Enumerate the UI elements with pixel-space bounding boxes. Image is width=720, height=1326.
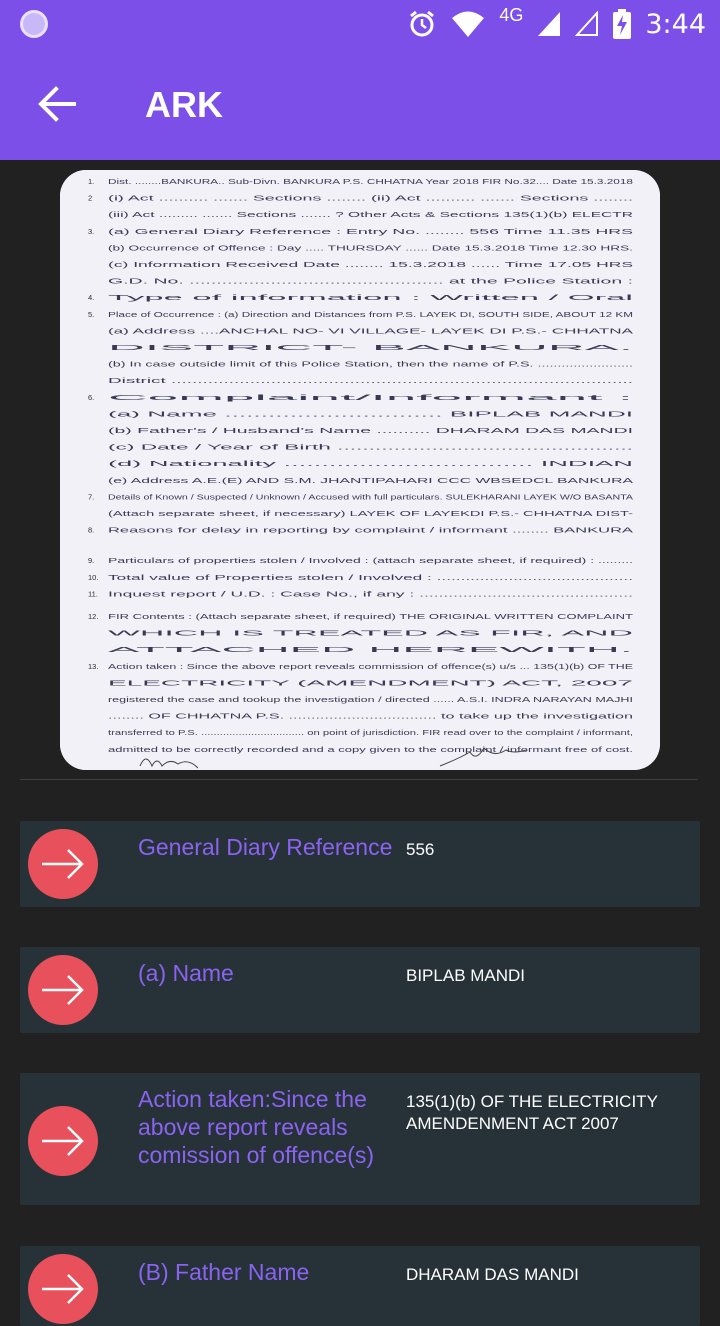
scanned-document-image[interactable]: 1. Dist. ........BANKURA.. Sub-Divn. BANK… bbox=[60, 170, 660, 770]
arrow-right-icon[interactable] bbox=[28, 955, 98, 1025]
document-line: Total value of Properties stolen / Invol… bbox=[108, 573, 633, 582]
app-bar: ARK bbox=[0, 48, 720, 160]
document-line-number: 12. bbox=[88, 612, 98, 621]
field-label: (B) Father Name bbox=[138, 1259, 310, 1285]
document-line: Inquest report / U.D. : Case No., if any… bbox=[108, 589, 633, 598]
status-bar: 4G 3:44 bbox=[0, 0, 720, 48]
field-label: (a) Name bbox=[138, 960, 234, 986]
document-line-number: 8. bbox=[88, 526, 94, 535]
document-line: ........ OF CHHATNA P.S. ...............… bbox=[108, 712, 633, 721]
document-line: (d) Nationality ........................… bbox=[108, 459, 633, 468]
document-line: (e) Address A.E.(E) AND S.M. JHANTIPAHAR… bbox=[108, 476, 633, 485]
document-line: (Attach separate sheet, if necessary) LA… bbox=[108, 509, 634, 518]
document-line: registered the case and tookup the inves… bbox=[108, 695, 633, 704]
document-line: Type of information : Written / Oral bbox=[108, 293, 635, 302]
app-icon bbox=[20, 10, 48, 38]
document-line: FIR Contents : (Attach separate sheet, i… bbox=[108, 612, 634, 621]
arrow-right-icon[interactable] bbox=[28, 1254, 98, 1324]
document-line: (b) Occurrence of Offence : Day ..... TH… bbox=[108, 243, 633, 252]
document-line-number: 5. bbox=[88, 310, 94, 319]
battery-charging-icon bbox=[613, 9, 632, 39]
divider bbox=[20, 779, 698, 780]
document-line: Place of Occurrence : (a) Direction and … bbox=[108, 310, 633, 319]
document-line-number: 11. bbox=[88, 589, 98, 598]
document-line-number: 6. bbox=[88, 393, 94, 402]
document-line: DISTRICT- BANKURA. bbox=[108, 343, 633, 352]
alarm-icon bbox=[410, 10, 435, 37]
document-line: (c) Information Received Date ........ 1… bbox=[108, 260, 633, 269]
list-item[interactable]: (B) Father Name DHARAM DAS MANDI bbox=[20, 1246, 700, 1326]
page-title: ARK bbox=[145, 84, 223, 125]
document-line-number: 7. bbox=[88, 492, 94, 501]
document-line: G.D. No. ...............................… bbox=[108, 277, 633, 286]
document-line: Complaint/Informant : bbox=[108, 393, 633, 402]
document-line-number: 10. bbox=[88, 573, 98, 582]
arrow-right-icon[interactable] bbox=[28, 829, 98, 899]
document-line: admitted to be correctly recorded and a … bbox=[108, 745, 633, 754]
document-line: District ...............................… bbox=[108, 376, 633, 385]
signal-icon bbox=[538, 12, 561, 36]
document-line: (b) Father's / Husband's Name ..........… bbox=[108, 426, 633, 435]
document-line: (i) Act .......... ....... Sections ....… bbox=[108, 194, 633, 203]
document-line: Reasons for delay in reporting by compla… bbox=[108, 526, 633, 535]
arrow-back-icon[interactable] bbox=[34, 82, 78, 126]
document-line-number: 13. bbox=[88, 662, 98, 671]
field-label: General Diary Reference bbox=[138, 834, 393, 860]
document-line: WHICH IS TREATED AS FIR, AND bbox=[108, 629, 636, 638]
network-type: 4G bbox=[499, 4, 524, 25]
document-line: ATTACHED HEREWITH. bbox=[108, 645, 633, 654]
document-line-number: 1. bbox=[88, 177, 94, 186]
field-value: 556 bbox=[406, 840, 435, 859]
document-line: ELECTRICITY (AMENDMENT) ACT, 2007 bbox=[108, 678, 633, 687]
field-value: BIPLAB MANDI bbox=[406, 966, 526, 985]
document-line-number: 3. bbox=[88, 227, 94, 236]
list-item[interactable]: Action taken:Since the above report reve… bbox=[20, 1073, 700, 1205]
signal-empty-icon bbox=[575, 11, 599, 36]
list-item[interactable]: (a) Name BIPLAB MANDI bbox=[20, 947, 700, 1033]
document-line: (iii) Act ......... ....... Sections ...… bbox=[108, 210, 634, 219]
wifi-icon bbox=[452, 11, 485, 37]
document-line: (a) Address ....ANCHAL NO- VI VILLAGE- L… bbox=[108, 326, 633, 335]
field-label: Action taken:Since the above report reve… bbox=[138, 1086, 375, 1168]
document-line: Dist. ........BANKURA.. Sub-Divn. BANKUR… bbox=[108, 177, 633, 186]
document-line: (a) Name .............................. … bbox=[108, 409, 633, 418]
document-line: (a) General Diary Reference : Entry No. … bbox=[108, 227, 633, 236]
document-line: Details of Known / Suspected / Unknown /… bbox=[108, 492, 633, 501]
document-line-number: 2 bbox=[88, 194, 92, 203]
document-line: transferred to P.S. ....................… bbox=[108, 728, 633, 737]
document-svg: 1. Dist. ........BANKURA.. Sub-Divn. BANK… bbox=[60, 170, 660, 770]
status-icons: 4G 3:44 bbox=[407, 0, 706, 48]
document-line: (b) In case outside limit of this Police… bbox=[108, 360, 633, 369]
document-line-number: 4. bbox=[88, 293, 94, 302]
clock: 3:44 bbox=[645, 8, 706, 40]
field-value: 135(1)(b) OF THE ELECTRICITY AMENDENMENT… bbox=[406, 1092, 658, 1133]
arrow-right-icon[interactable] bbox=[28, 1106, 98, 1176]
field-value: DHARAM DAS MANDI bbox=[406, 1265, 579, 1284]
document-line: Action taken : Since the above report re… bbox=[108, 662, 633, 671]
document-line: (c) Date / Year of Birth ...............… bbox=[108, 443, 633, 452]
document-line: Particulars of properties stolen / Invol… bbox=[108, 556, 633, 565]
list-item[interactable]: General Diary Reference 556 bbox=[20, 821, 700, 907]
document-line-number: 9. bbox=[88, 556, 94, 565]
